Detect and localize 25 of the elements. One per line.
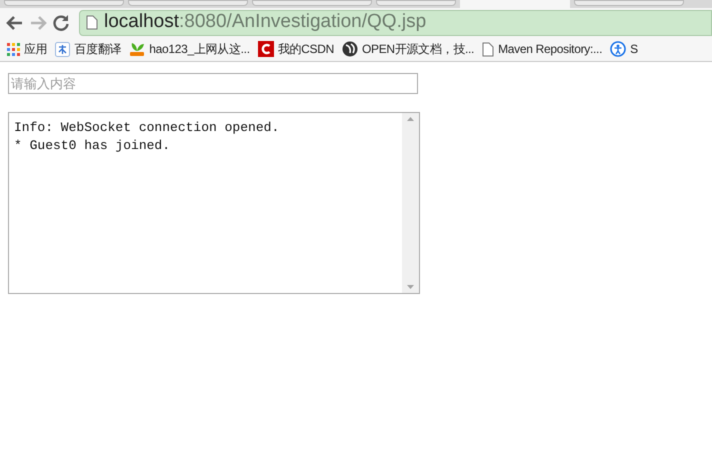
url-text: localhost:8080/AnInvestigation/QQ.jsp — [104, 10, 426, 34]
csdn-logo-icon — [258, 41, 274, 57]
message-input[interactable]: 请输入内容 — [8, 73, 418, 94]
scroll-down-icon[interactable] — [407, 285, 414, 289]
bookmark-link[interactable]: hao123_上网从这... — [149, 40, 250, 58]
log-line: * Guest0 has joined. — [14, 137, 172, 155]
bookmark-link[interactable]: 应用 — [24, 40, 48, 58]
bookmark-link[interactable]: OPEN开源文档，技... — [362, 40, 474, 58]
globe-icon — [342, 41, 358, 57]
page-icon — [86, 15, 98, 30]
bookmark-link[interactable]: 百度翻译 — [74, 40, 122, 58]
bookmark-link[interactable]: Maven Repository:... — [498, 40, 602, 58]
bookmark-link[interactable]: 我的CSDN — [278, 40, 334, 58]
reload-icon[interactable] — [52, 14, 70, 32]
translate-icon — [55, 42, 70, 56]
leaf-icon — [129, 42, 146, 56]
scrollbar[interactable] — [402, 113, 419, 293]
apps-icon — [7, 42, 20, 56]
page-icon — [482, 42, 494, 56]
scroll-up-icon[interactable] — [407, 117, 414, 121]
address-bar[interactable]: localhost:8080/AnInvestigation/QQ.jsp — [79, 10, 712, 36]
accessibility-icon — [610, 41, 626, 57]
bookmark-link[interactable]: S — [630, 40, 638, 58]
back-icon[interactable] — [6, 14, 24, 30]
log-line: Info: WebSocket connection opened. — [14, 119, 280, 137]
